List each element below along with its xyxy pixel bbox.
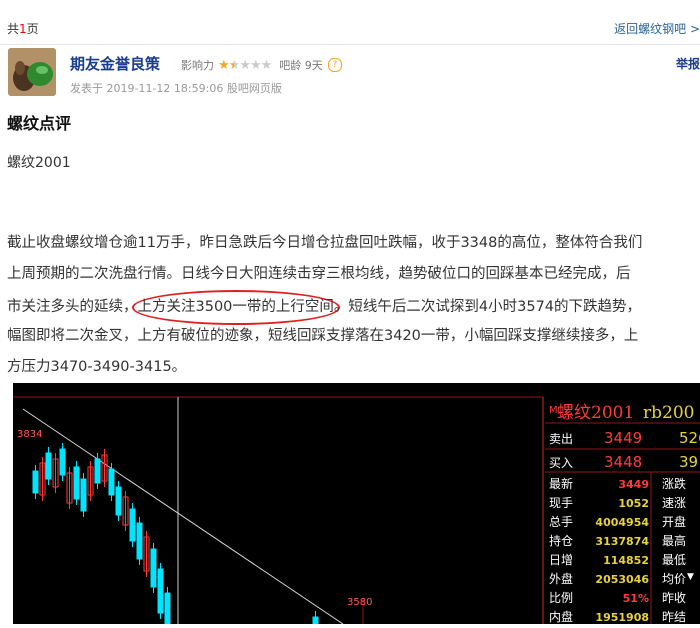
post-title: 螺纹点评 [7, 114, 72, 133]
back-to-forum-link[interactable]: 返回螺纹钢吧 > [614, 20, 700, 37]
kline-chart-image: 38343580M螺纹2001rb200卖出3449526买入344839最新3… [13, 383, 700, 628]
body-line-3c: 。短线午后二次试探到4小时3574的下跌趋势， [333, 299, 642, 315]
stat-value: 3137874 [595, 535, 649, 548]
influence-label: 影响力 [181, 59, 214, 72]
body-line-4: 幅图即将二次金叉，上方有破位的迹象，短线回踩支撑落在3420一带，小幅回踩支撑继… [7, 328, 639, 344]
stat-right-label: 最高 [662, 533, 686, 548]
stat-right-label: 昨结 [662, 610, 686, 624]
stat-label: 日增 [549, 553, 573, 567]
candle-body [150, 548, 157, 588]
stat-value: 2053046 [595, 573, 649, 586]
stat-right-label: 最低 [662, 553, 686, 567]
page-count: 共1页 [7, 20, 39, 37]
page-count-suffix: 页 [26, 22, 39, 36]
body-line-5: 方压力3470-3490-3415。 [7, 359, 187, 375]
body-line-3a: 市关注多头的延续， [7, 299, 138, 315]
stat-label: 现手 [549, 496, 573, 510]
stat-label: 总手 [549, 515, 573, 529]
stat-right-label: 涨跌 [662, 476, 686, 491]
candle-body [129, 508, 136, 542]
stat-label: 持仓 [549, 533, 573, 548]
stat-right-label: 均价 [662, 572, 686, 586]
post-body: 截止收盘螺纹增仓逾11万手，昨日急跌后今日增仓拉盘回吐跌幅，收于3348的高位，… [7, 228, 700, 383]
kline-chart: 38343580M螺纹2001rb200卖出3449526买入344839最新3… [13, 383, 700, 628]
candle-body [157, 568, 164, 614]
question-icon[interactable]: ? [327, 58, 342, 72]
dropdown-icon: ▼ [687, 572, 694, 582]
price-label-high: 3834 [17, 429, 42, 440]
quote-extra: 39 [679, 453, 698, 471]
username[interactable]: 期友金誉良策 [70, 53, 160, 74]
avatar[interactable] [8, 48, 56, 96]
candle-body [108, 468, 115, 496]
candle-body [164, 592, 171, 625]
candle-body [59, 448, 66, 476]
top-bar: 共1页 返回螺纹钢吧 > [0, 0, 700, 45]
stat-value: 51% [623, 592, 649, 605]
quote-label: 买入 [549, 456, 573, 470]
candle-body [80, 478, 87, 512]
quote-value: 3448 [604, 453, 642, 471]
avatar-image [8, 48, 56, 96]
stat-value: 1951908 [595, 611, 649, 624]
stat-label: 外盘 [549, 571, 573, 586]
circled-highlight: 上方关注3500一带的上行空间 [131, 290, 340, 325]
panel-code: rb200 [643, 403, 694, 423]
candle-body [32, 470, 39, 494]
candle-body [136, 522, 143, 560]
price-label-low: 3580 [347, 597, 372, 608]
page-count-number: 1 [19, 22, 27, 36]
post-meta: 发表于 2019-11-12 18:59:06 股吧网页版 [70, 82, 282, 95]
stat-value: 4004954 [595, 516, 649, 529]
candle-body [115, 486, 122, 516]
body-line-1: 截止收盘螺纹增仓逾11万手，昨日急跌后今日增仓拉盘回吐跌幅，收于3348的高位，… [7, 235, 643, 251]
body-line-2: 上周预期的二次洗盘行情。日线今日大阳连续击穿三根均线，趋势破位口的回踩基本已经完… [7, 266, 631, 282]
quote-value: 3449 [604, 429, 642, 447]
stat-value: 1052 [618, 497, 649, 510]
influence-stars: ★★★★★ [218, 57, 272, 73]
stat-right-label: 开盘 [662, 514, 686, 529]
quote-extra: 526 [679, 429, 700, 447]
body-line-3: 市关注多头的延续，上方关注3500一带的上行空间。短线午后二次试探到4小时357… [7, 290, 700, 325]
page-count-prefix: 共 [7, 22, 20, 36]
forum-age: 吧龄 9天 [279, 59, 323, 72]
post-subtitle: 螺纹2001 [7, 155, 71, 171]
candle-body [45, 452, 52, 480]
stat-right-label: 昨收 [662, 591, 686, 605]
stat-value: 114852 [603, 554, 649, 567]
panel-title: 螺纹2001 [557, 403, 634, 423]
candle-body [73, 466, 80, 500]
stat-right-label: 速涨 [662, 495, 686, 510]
stat-value: 3449 [618, 478, 649, 491]
stat-label: 最新 [549, 476, 573, 491]
candle-body [94, 458, 101, 484]
influence-rating: 影响力 ★★★★★ 吧龄 9天 ? [181, 57, 342, 73]
quote-label: 卖出 [549, 432, 573, 446]
report-link[interactable]: 举报 [676, 55, 700, 72]
stat-label: 内盘 [549, 609, 573, 624]
candle-body [312, 616, 319, 625]
stat-label: 比例 [549, 591, 573, 605]
